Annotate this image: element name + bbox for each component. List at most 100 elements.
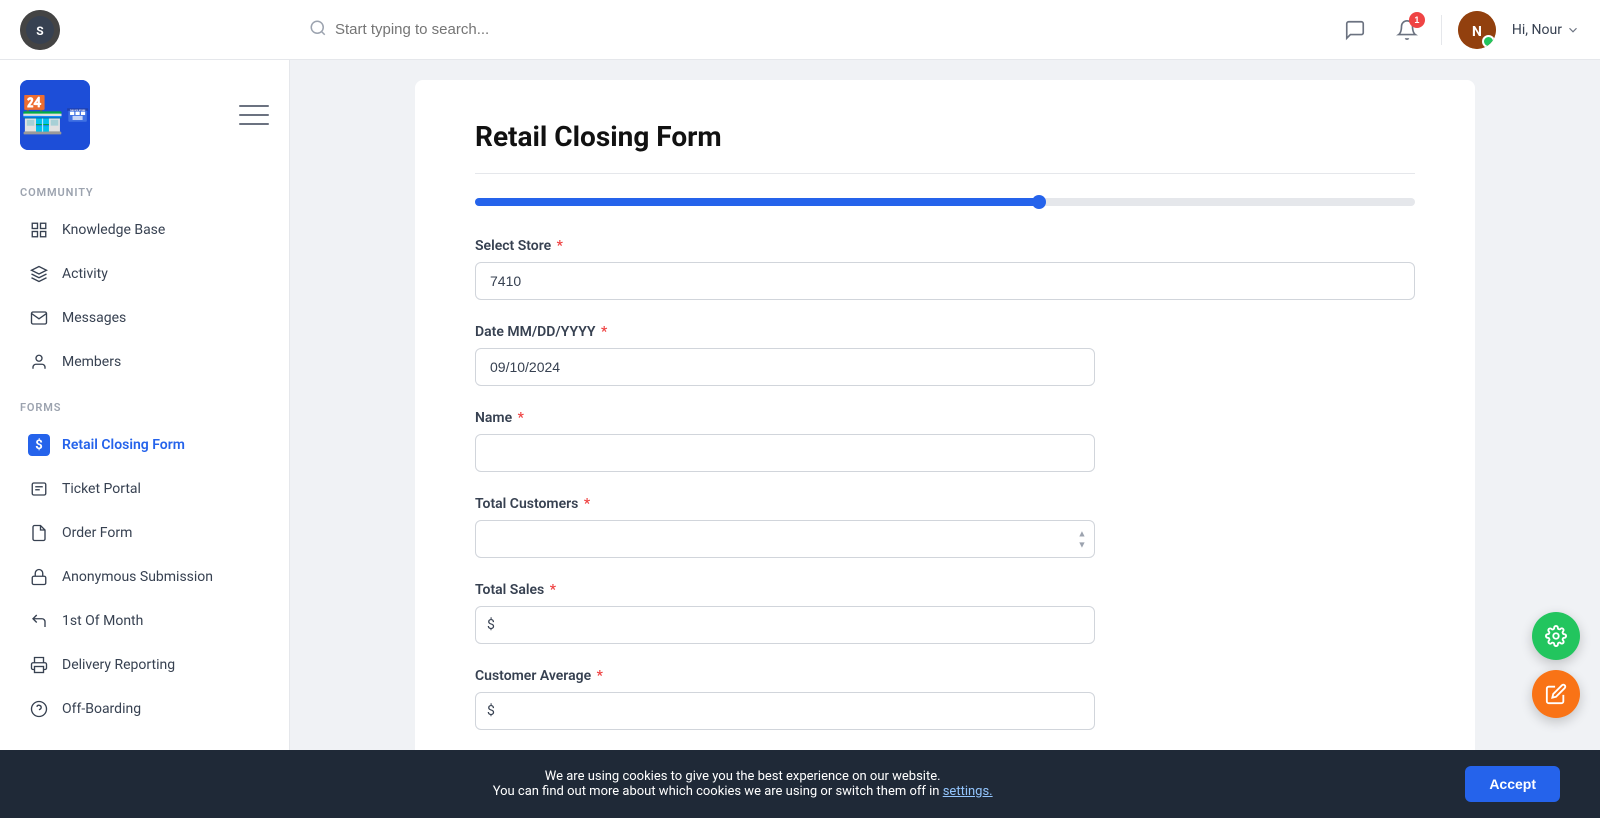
- retail-closing-form-icon: $: [28, 434, 50, 456]
- svg-text:N: N: [1472, 24, 1482, 40]
- sidebar-item-label: Ticket Portal: [62, 481, 141, 497]
- store-logo-svg: THE UPS STORE: [65, 85, 90, 145]
- sidebar-item-label: 1st Of Month: [62, 613, 143, 629]
- menu-icon[interactable]: [239, 103, 269, 127]
- sidebar-item-off-boarding[interactable]: Off-Boarding: [8, 688, 281, 730]
- total-customers-input-wrap: ▲ ▼: [475, 520, 1095, 558]
- chevron-down-icon: [1566, 23, 1580, 37]
- cookie-text: We are using cookies to give you the bes…: [40, 769, 1445, 799]
- sidebar-item-ticket-portal[interactable]: Ticket Portal: [8, 468, 281, 510]
- cookie-settings-link[interactable]: settings.: [943, 784, 993, 799]
- total-sales-group: Total Sales * $: [475, 582, 1415, 644]
- off-boarding-icon: [28, 698, 50, 720]
- total-sales-dollar-sign: $: [487, 617, 495, 633]
- search-input[interactable]: [299, 13, 899, 46]
- spin-up[interactable]: ▲: [1075, 529, 1089, 539]
- float-gear-button[interactable]: [1532, 612, 1580, 660]
- name-label: Name *: [475, 410, 1415, 426]
- name-group: Name *: [475, 410, 1415, 472]
- sidebar-item-members[interactable]: Members: [8, 341, 281, 383]
- notification-badge: 1: [1409, 12, 1425, 28]
- float-edit-button[interactable]: [1532, 670, 1580, 718]
- sidebar-item-label: Order Form: [62, 525, 132, 541]
- user-greeting[interactable]: Hi, Nour: [1512, 22, 1580, 38]
- chat-button[interactable]: [1337, 12, 1373, 48]
- date-group: Date MM/DD/YYYY *: [475, 324, 1415, 386]
- messages-icon: [28, 307, 50, 329]
- customer-average-dollar-sign: $: [487, 703, 495, 719]
- total-sales-label: Total Sales *: [475, 582, 1415, 598]
- sidebar-item-messages[interactable]: Messages: [8, 297, 281, 339]
- 1st-of-month-icon: [28, 610, 50, 632]
- members-icon: [28, 351, 50, 373]
- sidebar-item-retail-closing-form[interactable]: $ Retail Closing Form: [8, 424, 281, 466]
- delivery-reporting-icon: [28, 654, 50, 676]
- notification-button[interactable]: 1: [1389, 12, 1425, 48]
- progress-bar: [475, 198, 1415, 206]
- gear-icon: [1545, 625, 1567, 647]
- greeting-text: Hi, Nour: [1512, 22, 1562, 38]
- user-avatar[interactable]: N: [1458, 11, 1496, 49]
- logo-image: S: [20, 10, 60, 50]
- top-bar-actions: 1 N Hi, Nour: [1337, 11, 1580, 49]
- cookie-accept-button[interactable]: Accept: [1465, 766, 1560, 802]
- date-label: Date MM/DD/YYYY *: [475, 324, 1415, 340]
- main-area: THE UPS STORE COMMUNITY: [0, 60, 1600, 818]
- search-icon: [309, 19, 327, 41]
- customer-average-label: Customer Average *: [475, 668, 1415, 684]
- search-area: [299, 13, 899, 46]
- anonymous-submission-icon: [28, 566, 50, 588]
- customer-average-input[interactable]: [475, 692, 1095, 730]
- customer-average-input-wrap: $: [475, 692, 1095, 730]
- sidebar-item-activity[interactable]: Activity: [8, 253, 281, 295]
- store-logo-inner: THE UPS STORE: [20, 80, 90, 150]
- sidebar: THE UPS STORE COMMUNITY: [0, 60, 290, 818]
- content-area: Retail Closing Form Select Store *: [290, 60, 1600, 818]
- sidebar-item-label: Anonymous Submission: [62, 569, 213, 585]
- svg-text:THE UPS STORE: THE UPS STORE: [70, 109, 86, 112]
- sidebar-logo-area: THE UPS STORE: [0, 60, 289, 170]
- form-title: Retail Closing Form: [475, 120, 1415, 153]
- sidebar-item-delivery-reporting[interactable]: Delivery Reporting: [8, 644, 281, 686]
- date-input[interactable]: [475, 348, 1095, 386]
- sidebar-item-1st-of-month[interactable]: 1st Of Month: [8, 600, 281, 642]
- total-sales-input[interactable]: [475, 606, 1095, 644]
- sidebar-item-label: Retail Closing Form: [62, 437, 185, 453]
- select-store-group: Select Store *: [475, 238, 1415, 300]
- knowledge-base-icon: [28, 219, 50, 241]
- progress-bar-fill: [475, 198, 1039, 206]
- sidebar-item-order-form[interactable]: Order Form: [8, 512, 281, 554]
- float-buttons: [1532, 612, 1580, 718]
- top-bar: S 1: [0, 0, 1600, 60]
- sidebar-item-anonymous-submission[interactable]: Anonymous Submission: [8, 556, 281, 598]
- sidebar-item-label: Activity: [62, 266, 108, 282]
- sidebar-item-label: Knowledge Base: [62, 222, 165, 238]
- form-container: Retail Closing Form Select Store *: [415, 80, 1475, 794]
- sidebar-item-label: Delivery Reporting: [62, 657, 175, 673]
- cookie-line2: You can find out more about which cookie…: [40, 784, 1445, 799]
- select-store-input[interactable]: [475, 262, 1415, 300]
- cookie-line1: We are using cookies to give you the bes…: [40, 769, 1445, 784]
- total-customers-spinners: ▲ ▼: [1075, 529, 1089, 550]
- logo-svg: S: [26, 16, 54, 44]
- forms-section-label: FORMS: [0, 385, 289, 422]
- ticket-portal-icon: [28, 478, 50, 500]
- sidebar-item-label: Off-Boarding: [62, 701, 141, 717]
- sidebar-item-label: Messages: [62, 310, 126, 326]
- edit-icon: [1545, 683, 1567, 705]
- order-form-icon: [28, 522, 50, 544]
- name-input[interactable]: [475, 434, 1095, 472]
- spin-down[interactable]: ▼: [1075, 540, 1089, 550]
- cookie-banner: We are using cookies to give you the bes…: [0, 750, 1600, 818]
- sidebar-item-knowledge-base[interactable]: Knowledge Base: [8, 209, 281, 251]
- activity-icon: [28, 263, 50, 285]
- sidebar-item-label: Members: [62, 354, 121, 370]
- total-customers-group: Total Customers * ▲ ▼: [475, 496, 1415, 558]
- svg-text:S: S: [36, 24, 43, 38]
- total-customers-label: Total Customers *: [475, 496, 1415, 512]
- app-logo: S: [20, 10, 60, 50]
- form-title-divider: [475, 173, 1415, 174]
- divider: [1441, 15, 1442, 45]
- total-customers-input[interactable]: [475, 520, 1095, 558]
- avatar-image: N: [1458, 11, 1496, 49]
